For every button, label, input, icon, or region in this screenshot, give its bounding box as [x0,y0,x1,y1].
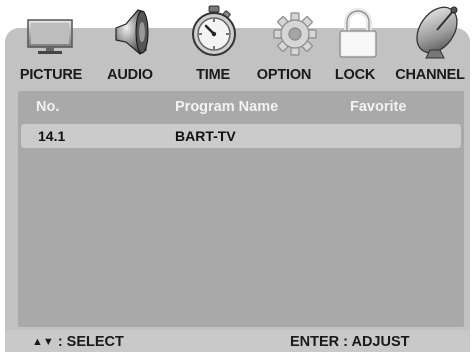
column-header-program-name: Program Name [175,99,279,115]
tab-audio[interactable]: AUDIO [97,64,163,86]
tab-time[interactable]: TIME [186,64,240,86]
channel-number: 14.1 [38,128,66,144]
gear-icon[interactable] [267,0,323,62]
tab-option[interactable]: OPTION [251,64,317,86]
help-footer: ▲▼ : SELECT ENTER : ADJUST [5,330,470,352]
channel-program-name: BART-TV [175,128,236,144]
padlock-icon[interactable] [330,0,386,62]
stopwatch-icon[interactable] [186,0,242,62]
enter-adjust-hint: ENTER : ADJUST [290,334,410,350]
up-down-arrows-icon: ▲▼ [32,336,54,348]
select-hint-label: : SELECT [57,334,124,350]
select-hint: ▲▼ : SELECT [32,330,124,352]
satellite-dish-icon[interactable] [410,0,466,62]
column-header-favorite: Favorite [350,99,407,115]
menu-tab-bar: PICTURE AUDIO TIME OPTION LOCK CHANNEL [0,64,476,86]
column-header-number: No. [36,99,60,115]
channel-row-selected[interactable]: 14.1 BART-TV [21,124,461,148]
menu-icon-bar [0,0,476,64]
tab-picture[interactable]: PICTURE [11,64,91,86]
tab-lock[interactable]: LOCK [328,64,382,86]
tv-icon[interactable] [22,0,78,62]
tab-channel[interactable]: CHANNEL [389,64,471,86]
speaker-icon[interactable] [104,0,160,62]
